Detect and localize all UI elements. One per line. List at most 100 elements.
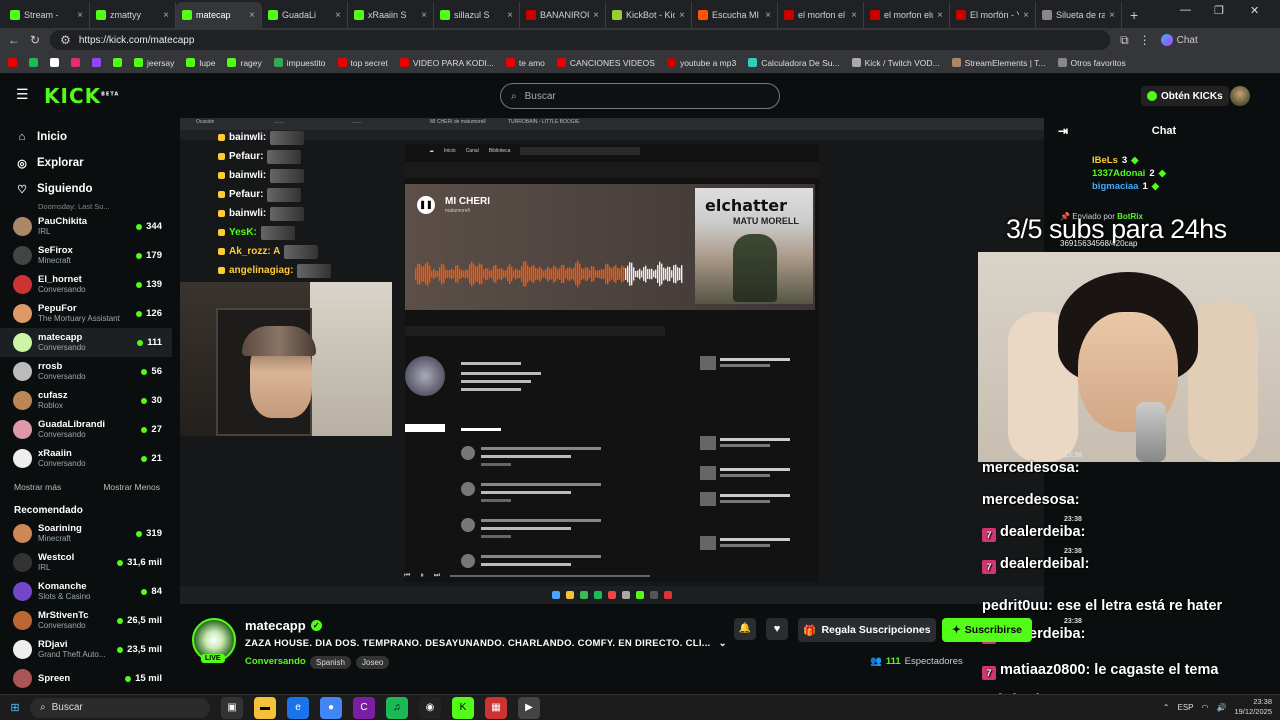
- bookmark-item[interactable]: Calculadora De Su...: [748, 58, 840, 68]
- streamer-name[interactable]: matecapp: [245, 618, 306, 633]
- task-view-icon[interactable]: ▣: [221, 696, 243, 719]
- channel-item[interactable]: rrosb Conversando 56: [0, 357, 172, 386]
- media-player-icon[interactable]: ▶: [518, 696, 540, 719]
- tab-close-icon[interactable]: ×: [679, 10, 685, 21]
- browser-tab[interactable]: GuadaLi ×: [262, 2, 348, 28]
- channel-item[interactable]: PepuFor The Mortuary Assistant 126: [0, 299, 172, 328]
- url-input[interactable]: ⚙ https://kick.com/matecapp: [50, 30, 1111, 50]
- gift-subs-button[interactable]: 🎁 Regala Suscripciones: [798, 618, 936, 642]
- windows-start-icon[interactable]: ⊞: [0, 701, 30, 714]
- tab-close-icon[interactable]: ×: [1023, 10, 1029, 21]
- channel-item[interactable]: matecapp Conversando 111: [0, 328, 172, 357]
- channel-item[interactable]: Soarining Minecraft 319: [0, 519, 172, 548]
- bookmark-item[interactable]: [50, 58, 59, 67]
- browser-tab[interactable]: KickBot - Kick ×: [606, 2, 692, 28]
- get-kicks-button[interactable]: Obtén KICKs: [1141, 86, 1229, 106]
- spotify-icon[interactable]: ♫: [386, 696, 408, 719]
- bookmark-item[interactable]: VIDEO PARA KODI...: [399, 58, 494, 68]
- show-more-button[interactable]: Mostrar más: [14, 482, 61, 492]
- bookmark-item[interactable]: top secret: [337, 58, 388, 68]
- tab-close-icon[interactable]: ×: [249, 10, 255, 21]
- volume-icon[interactable]: 🔊: [1216, 703, 1226, 712]
- expand-title-icon[interactable]: ⌄: [719, 638, 727, 649]
- follow-heart-icon[interactable]: ♥: [766, 618, 788, 640]
- tab-close-icon[interactable]: ×: [765, 10, 771, 21]
- wifi-icon[interactable]: ◠: [1202, 703, 1209, 712]
- hamburger-menu-icon[interactable]: ☰: [16, 86, 29, 103]
- channel-item[interactable]: RDjavi Grand Theft Auto... 23,5 mil: [0, 635, 172, 664]
- browser-chat-button[interactable]: Chat: [1160, 34, 1198, 46]
- tab-close-icon[interactable]: ×: [335, 10, 341, 21]
- user-avatar[interactable]: [1230, 86, 1250, 106]
- channel-item[interactable]: GuadaLibrandi Conversando 27: [0, 415, 172, 444]
- kick-app-icon[interactable]: K: [452, 696, 474, 719]
- channel-item[interactable]: PauChikita IRL 344: [0, 212, 172, 241]
- bookmark-item[interactable]: [71, 58, 80, 67]
- edge-icon[interactable]: e: [287, 696, 309, 719]
- stream-category[interactable]: Conversando: [245, 656, 306, 667]
- bookmark-item[interactable]: impuestito: [273, 58, 326, 68]
- bookmark-item[interactable]: [29, 58, 38, 67]
- chrome-icon[interactable]: ●: [320, 696, 342, 719]
- browser-tab[interactable]: Stream - ×: [4, 2, 90, 28]
- subscribe-button[interactable]: ✦ Suscribirse: [942, 618, 1032, 642]
- back-icon[interactable]: ←: [8, 33, 20, 47]
- channel-item[interactable]: cufasz Roblox 30: [0, 386, 172, 415]
- bookmark-item[interactable]: te amo: [505, 58, 545, 68]
- bookmark-item[interactable]: ragey: [227, 58, 262, 68]
- chevron-up-icon[interactable]: ⌃: [1163, 703, 1170, 712]
- extensions-icon[interactable]: ⧉: [1120, 33, 1129, 48]
- tab-close-icon[interactable]: ×: [77, 10, 83, 21]
- language-indicator[interactable]: ESP: [1177, 703, 1193, 712]
- browser-tab[interactable]: el morfon el ×: [778, 2, 864, 28]
- video-player[interactable]: Ocasión.............. MI CHERI de matumor…: [180, 118, 1044, 604]
- nav-item-siguiendo[interactable]: ♡ Siguiendo: [0, 176, 172, 202]
- bookmark-item[interactable]: lupe: [186, 58, 215, 68]
- browser-tab[interactable]: El morfón - Y ×: [950, 2, 1036, 28]
- bookmark-item[interactable]: jeersay: [134, 58, 174, 68]
- tab-close-icon[interactable]: ×: [507, 10, 513, 21]
- video-editor-icon[interactable]: ▦: [485, 696, 507, 719]
- taskbar-search[interactable]: ⌕ Buscar: [30, 697, 210, 718]
- collapse-chat-icon[interactable]: ⇥: [1058, 124, 1068, 138]
- channel-item[interactable]: El_hornet Conversando 139: [0, 270, 172, 299]
- channel-item[interactable]: MrStivenTc Conversando 26,5 mil: [0, 606, 172, 635]
- file-explorer-icon[interactable]: ▬: [254, 696, 276, 719]
- browser-tab[interactable]: xRaaiin S ×: [348, 2, 434, 28]
- nav-item-inicio[interactable]: ⌂ Inicio: [0, 124, 172, 150]
- site-info-icon[interactable]: ⚙: [60, 33, 71, 47]
- tab-close-icon[interactable]: ×: [851, 10, 857, 21]
- canva-icon[interactable]: C: [353, 696, 375, 719]
- tab-close-icon[interactable]: ×: [163, 10, 169, 21]
- channel-item[interactable]: SeFirox Minecraft 179: [0, 241, 172, 270]
- bookmark-item[interactable]: youtube a mp3: [666, 58, 736, 68]
- browser-tab[interactable]: BANANIROU ×: [520, 2, 606, 28]
- bell-icon[interactable]: 🔔: [734, 618, 756, 640]
- bookmark-item[interactable]: Otros favoritos: [1057, 58, 1126, 68]
- browser-tab[interactable]: matecap ×: [176, 2, 262, 28]
- bookmark-item[interactable]: [8, 58, 17, 67]
- browser-tab[interactable]: sillazul S ×: [434, 2, 520, 28]
- close-window-icon[interactable]: ✕: [1250, 4, 1259, 17]
- tag-spanish[interactable]: Spanish: [310, 656, 351, 669]
- kick-logo[interactable]: KICKBETA: [44, 84, 119, 108]
- bookmark-item[interactable]: StreamElements | T...: [951, 58, 1046, 68]
- minimize-window-icon[interactable]: —: [1180, 4, 1191, 16]
- show-less-button[interactable]: Mostrar Menos: [103, 482, 160, 492]
- tab-close-icon[interactable]: ×: [937, 10, 943, 21]
- obs-icon[interactable]: ◉: [419, 696, 441, 719]
- bookmark-item[interactable]: Kick / Twitch VOD...: [851, 58, 940, 68]
- browser-tab[interactable]: Escucha MI C ×: [692, 2, 778, 28]
- channel-item[interactable]: xRaaiin Conversando 21: [0, 444, 172, 473]
- new-tab-icon[interactable]: +: [1122, 2, 1146, 28]
- channel-item[interactable]: Spreen 15 mil: [0, 664, 172, 690]
- channel-item[interactable]: Komanche Slots & Casino 84: [0, 577, 172, 606]
- browser-tab[interactable]: Silueta de rat ×: [1036, 2, 1122, 28]
- search-input[interactable]: ⌕ Buscar: [500, 83, 780, 109]
- tab-close-icon[interactable]: ×: [421, 10, 427, 21]
- bookmark-item[interactable]: [113, 58, 122, 67]
- bookmark-item[interactable]: [92, 58, 101, 67]
- bookmark-item[interactable]: CANCIONES VIDEOS: [556, 58, 655, 68]
- clock[interactable]: 23:38 19/12/2025: [1234, 697, 1272, 717]
- browser-tab[interactable]: el morfon elu ×: [864, 2, 950, 28]
